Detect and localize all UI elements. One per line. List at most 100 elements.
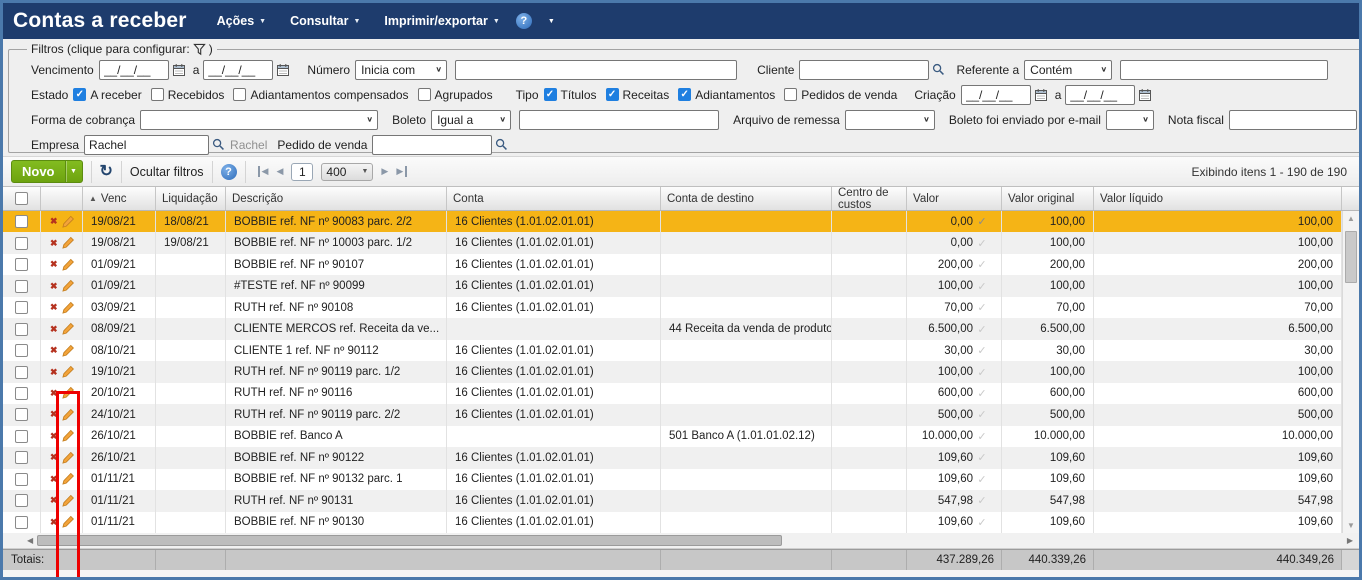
- edit-icon[interactable]: [61, 451, 75, 465]
- edit-icon[interactable]: [61, 472, 75, 486]
- nota-fiscal-input[interactable]: [1228, 109, 1357, 130]
- edit-icon[interactable]: [61, 386, 75, 400]
- row-checkbox[interactable]: [15, 472, 28, 486]
- delete-icon[interactable]: ✖: [50, 216, 58, 227]
- numero-input[interactable]: [455, 59, 738, 80]
- vertical-scrollbar[interactable]: ▲ ▼: [1342, 211, 1359, 533]
- delete-icon[interactable]: ✖: [50, 452, 58, 463]
- delete-icon[interactable]: ✖: [50, 302, 58, 313]
- table-row[interactable]: ✖ 19/08/21 19/08/21 BOBBIE ref. NF nº 10…: [3, 232, 1342, 254]
- checkbox[interactable]: [417, 88, 431, 101]
- table-row[interactable]: ✖ 08/10/21 CLIENTE 1 ref. NF nº 90112 16…: [3, 339, 1342, 362]
- header-conta[interactable]: Conta: [447, 187, 661, 210]
- delete-icon[interactable]: ✖: [50, 367, 58, 378]
- checkbox[interactable]: ✓: [543, 88, 557, 101]
- referente-input[interactable]: [1120, 59, 1329, 80]
- table-row[interactable]: ✖ 01/09/21 BOBBIE ref. NF nº 90107 16 Cl…: [3, 253, 1342, 276]
- calendar-icon[interactable]: [1034, 88, 1048, 102]
- table-row[interactable]: ✖ 26/10/21 BOBBIE ref. Banco A 501 Banco…: [3, 425, 1342, 448]
- edit-icon[interactable]: [61, 515, 75, 529]
- table-row[interactable]: ✖ 19/08/21 18/08/21 BOBBIE ref. NF nº 90…: [3, 211, 1342, 233]
- boleto-operator-select[interactable]: Igual a ∨: [431, 109, 512, 130]
- boleto-email-select[interactable]: ∨: [1105, 109, 1154, 130]
- delete-icon[interactable]: ✖: [50, 388, 58, 399]
- table-row[interactable]: ✖ 24/10/21 RUTH ref. NF nº 90119 parc. 2…: [3, 404, 1342, 426]
- refresh-icon[interactable]: ↻: [100, 163, 113, 180]
- help-icon[interactable]: ?: [220, 163, 237, 180]
- checkbox[interactable]: ✓: [605, 88, 619, 101]
- row-checkbox[interactable]: [15, 365, 28, 379]
- table-row[interactable]: ✖ 19/10/21 RUTH ref. NF nº 90119 parc. 1…: [3, 361, 1342, 383]
- header-liquidacao[interactable]: Liquidação: [156, 187, 226, 210]
- next-page-button[interactable]: ▶: [381, 166, 388, 177]
- previous-page-button[interactable]: ◀: [276, 166, 283, 177]
- row-checkbox[interactable]: [15, 515, 28, 529]
- delete-icon[interactable]: ✖: [50, 409, 58, 420]
- row-checkbox[interactable]: [15, 215, 28, 229]
- ocultar-filtros-button[interactable]: Ocultar filtros: [130, 165, 204, 179]
- checkbox[interactable]: [150, 88, 164, 101]
- edit-icon[interactable]: [61, 494, 75, 508]
- criacao-from-input[interactable]: [960, 84, 1031, 105]
- scroll-right-icon[interactable]: ▶: [1347, 536, 1353, 545]
- scroll-left-icon[interactable]: ◀: [27, 536, 33, 545]
- table-row[interactable]: ✖ 01/09/21 #TESTE ref. NF nº 90099 16 Cl…: [3, 275, 1342, 297]
- novo-button[interactable]: Novo ▼: [11, 160, 83, 183]
- delete-icon[interactable]: ✖: [50, 345, 58, 356]
- table-row[interactable]: ✖ 08/09/21 CLIENTE MERCOS ref. Receita d…: [3, 318, 1342, 340]
- cliente-input[interactable]: [799, 59, 930, 80]
- vertical-scrollbar-thumb[interactable]: [1345, 231, 1357, 283]
- chevron-down-icon[interactable]: ▼: [66, 168, 82, 175]
- row-checkbox[interactable]: [15, 451, 28, 465]
- criacao-to-input[interactable]: [1065, 84, 1136, 105]
- empresa-input[interactable]: [84, 134, 210, 155]
- edit-icon[interactable]: [61, 322, 75, 336]
- row-checkbox[interactable]: [15, 236, 28, 250]
- delete-icon[interactable]: ✖: [50, 281, 58, 292]
- arquivo-remessa-select[interactable]: ∨: [844, 109, 935, 130]
- edit-icon[interactable]: [61, 344, 75, 358]
- vencimento-to-input[interactable]: [203, 59, 274, 80]
- table-row[interactable]: ✖ 26/10/21 BOBBIE ref. NF nº 90122 16 Cl…: [3, 447, 1342, 469]
- row-checkbox[interactable]: [15, 301, 28, 315]
- row-checkbox[interactable]: [15, 429, 28, 443]
- edit-icon[interactable]: [61, 236, 75, 250]
- table-row[interactable]: ✖ 20/10/21 RUTH ref. NF nº 90116 16 Clie…: [3, 382, 1342, 405]
- calendar-icon[interactable]: [1138, 88, 1152, 102]
- row-checkbox[interactable]: [15, 344, 28, 358]
- menu-item-1[interactable]: Consultar ▼: [290, 14, 360, 28]
- calendar-icon[interactable]: [172, 63, 186, 77]
- delete-icon[interactable]: ✖: [50, 495, 58, 506]
- row-checkbox[interactable]: [15, 386, 28, 400]
- current-page-input[interactable]: 1: [291, 162, 314, 181]
- table-row[interactable]: ✖ 01/11/21 BOBBIE ref. NF nº 90130 16 Cl…: [3, 511, 1342, 534]
- search-icon[interactable]: [495, 138, 508, 151]
- header-valor-liquido[interactable]: Valor líquido: [1094, 187, 1342, 210]
- table-row[interactable]: ✖ 03/09/21 RUTH ref. NF nº 90108 16 Clie…: [3, 296, 1342, 319]
- menu-item-2[interactable]: Imprimir/exportar ▼: [384, 14, 499, 28]
- header-centro-custos[interactable]: Centro de custos: [832, 187, 907, 210]
- calendar-icon[interactable]: [276, 63, 290, 77]
- table-row[interactable]: ✖ 01/11/21 BOBBIE ref. NF nº 90132 parc.…: [3, 468, 1342, 491]
- delete-icon[interactable]: ✖: [50, 238, 58, 249]
- row-checkbox[interactable]: [15, 279, 28, 293]
- funnel-icon[interactable]: [192, 43, 206, 56]
- delete-icon[interactable]: ✖: [50, 259, 58, 270]
- checkbox[interactable]: ✓: [678, 88, 692, 101]
- header-venc[interactable]: ▲ Venc: [83, 187, 156, 210]
- scroll-up-icon[interactable]: ▲: [1343, 214, 1359, 223]
- row-checkbox[interactable]: [15, 322, 28, 336]
- menu-item-0[interactable]: Ações ▼: [217, 14, 266, 28]
- edit-icon[interactable]: [61, 258, 75, 272]
- header-conta-destino[interactable]: Conta de destino: [661, 187, 832, 210]
- checkbox[interactable]: ✓: [73, 88, 87, 101]
- numero-operator-select[interactable]: Inicia com ∨: [355, 59, 448, 80]
- select-all-checkbox[interactable]: [15, 192, 28, 205]
- header-descricao[interactable]: Descrição: [226, 187, 447, 210]
- forma-cobranca-select[interactable]: ∨: [140, 109, 379, 130]
- vencimento-from-input[interactable]: [98, 59, 169, 80]
- row-checkbox[interactable]: [15, 494, 28, 508]
- page-size-select[interactable]: 400 ▼: [321, 162, 374, 181]
- checkbox[interactable]: [233, 88, 247, 101]
- filters-legend[interactable]: Filtros (clique para configurar: ): [27, 42, 217, 56]
